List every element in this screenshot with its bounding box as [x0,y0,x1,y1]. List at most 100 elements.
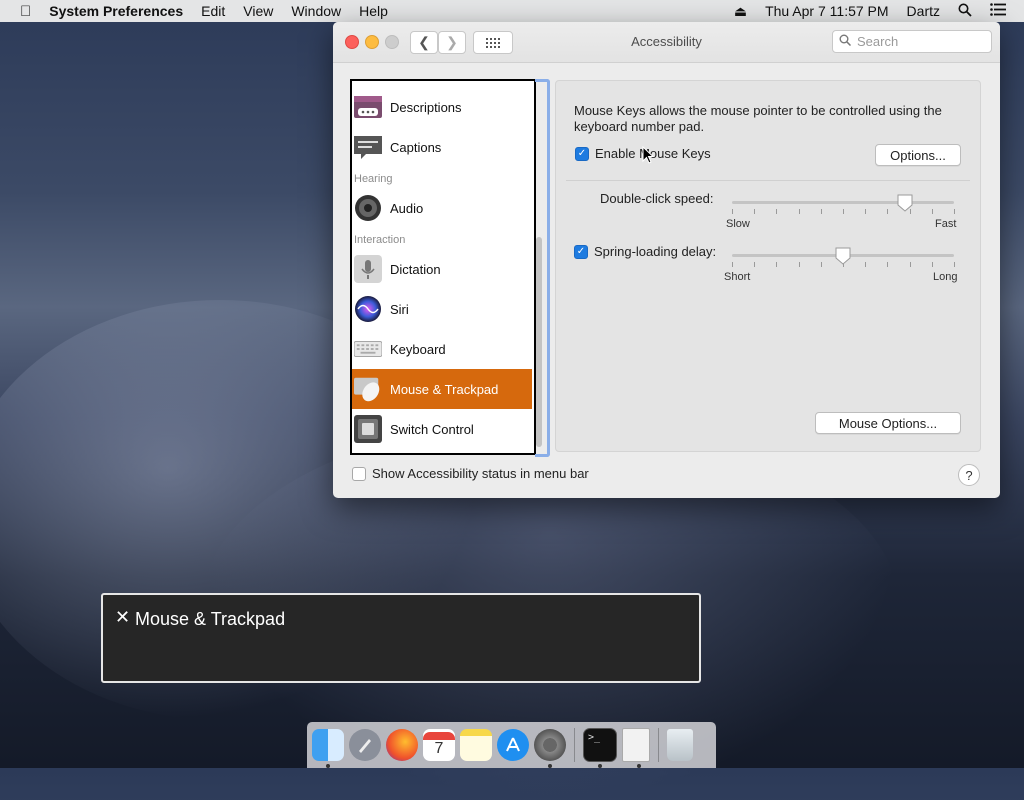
search-icon [839,34,852,49]
slider-tick [732,262,733,267]
app-store-icon[interactable] [497,729,529,761]
slider-tick [754,262,756,267]
caption-text: Mouse & Trackpad [135,609,286,629]
sidebar-item-label: Keyboard [390,341,446,357]
slider-tick [865,209,867,214]
terminal-icon[interactable]: >_ [583,728,617,768]
sidebar-item-label: Captions [390,139,442,155]
checkmark-icon: ✓ [575,146,589,161]
running-indicator [326,764,330,768]
sidebar-item-switch-control[interactable]: Switch Control [352,409,532,449]
slider-tick [732,209,733,214]
mouse-keys-panel: Mouse Keys allows the mouse pointer to b… [555,80,981,452]
slider-tick [865,262,867,267]
sidebar-item-mouse-trackpad[interactable]: Mouse & Trackpad [352,369,532,409]
calendar-icon[interactable]: 7 [423,729,455,761]
dock-separator [574,728,575,762]
scrollbar-thumb[interactable] [536,237,542,447]
slider-tick [887,262,889,267]
menu-clock[interactable]: Thu Apr 7 11:57 PM [765,3,888,19]
section-header-hearing: Hearing [354,173,393,185]
double-click-speed-slider[interactable] [732,201,954,204]
running-indicator [548,764,552,768]
caption-panel: ✕ Mouse & Trackpad [101,593,701,683]
system-preferences-icon[interactable] [534,729,566,768]
launchpad-icon[interactable] [349,729,381,761]
menu-user[interactable]: Dartz [907,3,940,19]
notes-icon[interactable] [460,729,492,761]
double-click-speed-label: Double-click speed: [600,191,714,206]
slider-tick [754,209,756,214]
fast-label: Fast [935,218,957,230]
search-input[interactable]: Search [832,30,992,53]
category-list[interactable]: Descriptions Captions Hearing Audio Inte… [350,79,536,455]
document-icon[interactable] [622,728,650,768]
menu-bar:  System Preferences Edit View Window He… [0,0,1024,22]
captions-icon [354,133,382,161]
sidebar-item-label: Switch Control [390,421,474,437]
sidebar-item-label: Siri [390,301,409,317]
show-status-checkbox[interactable]: Show Accessibility status in menu bar [352,466,589,481]
slider-tick [776,262,778,267]
slider-tick [931,209,933,214]
sidebar-item-descriptions[interactable]: Descriptions [352,87,532,127]
eject-icon[interactable]: ⏏ [734,3,747,20]
sidebar-item-audio[interactable]: Audio [352,188,532,228]
sidebar-item-captions[interactable]: Captions [352,127,532,167]
finder-icon[interactable] [312,729,344,768]
spotlight-icon[interactable] [958,3,972,20]
long-label: Long [933,271,958,283]
calendar-day: 7 [434,740,444,757]
search-placeholder: Search [857,34,899,49]
menu-window[interactable]: Window [291,3,341,19]
sidebar-item-dictation[interactable]: Dictation [352,249,532,289]
terminal-prompt-icon: >_ [588,732,601,743]
sidebar-item-label: Mouse & Trackpad [390,381,499,397]
menu-view[interactable]: View [243,3,273,19]
title-bar: ❮ ❯ Accessibility Search [333,22,1000,63]
menu-app-name[interactable]: System Preferences [49,3,183,19]
siri-icon [354,295,382,323]
checkbox-empty-icon [352,466,366,481]
slider-tick [820,262,822,267]
speaker-icon [354,194,382,222]
slider-tick [820,209,822,214]
close-icon[interactable]: ✕ [115,607,130,628]
mouse-keys-description: Mouse Keys allows the mouse pointer to b… [574,103,942,134]
help-button[interactable]: ? [958,464,980,486]
mouse-icon [354,375,382,403]
sidebar-item-keyboard[interactable]: Keyboard [352,329,532,369]
sidebar-item-siri[interactable]: Siri [352,289,532,329]
notification-center-icon[interactable] [990,3,1006,19]
checkmark-icon: ✓ [574,244,588,259]
slider-tick [843,209,844,214]
mouse-pointer-icon [642,146,654,164]
short-label: Short [724,271,751,283]
slider-tick [798,262,800,267]
slow-label: Slow [726,218,750,230]
apple-menu-icon[interactable]:  [20,3,31,20]
menu-edit[interactable]: Edit [201,3,225,19]
slider-tick [931,262,933,267]
descriptions-icon [354,93,382,121]
calendar-header [423,732,455,740]
double-click-slider-knob[interactable] [897,194,913,212]
spring-loading-label: Spring-loading delay: [594,244,717,259]
slider-tick [954,209,955,214]
switch-control-icon [354,415,382,443]
list-scrollbar[interactable] [535,79,550,457]
trash-icon[interactable] [667,729,693,761]
keyboard-icon [354,335,382,363]
sidebar-item-label: Audio [390,200,424,216]
menu-help[interactable]: Help [359,3,388,19]
sidebar-item-label: Dictation [390,261,441,277]
divider [566,180,970,181]
spring-loading-slider-knob[interactable] [835,247,851,265]
slider-tick [798,209,800,214]
options-button[interactable]: Options... [875,144,961,166]
slider-tick [887,209,889,214]
firefox-icon[interactable] [386,729,418,761]
mouse-options-button[interactable]: Mouse Options... [815,412,961,434]
spring-loading-checkbox[interactable]: ✓ Spring-loading delay: [574,244,716,259]
running-indicator [598,764,602,768]
